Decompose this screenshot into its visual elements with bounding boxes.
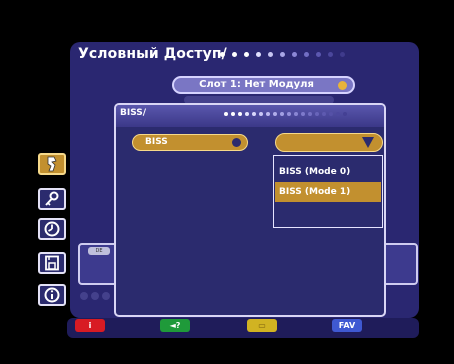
biss-option-label: BISS [145,137,168,147]
option-indicator-icon [232,138,241,147]
satellite-settings-icon[interactable] [38,153,66,175]
save-icon[interactable] [38,252,66,274]
slot-1-item[interactable]: Слот 1: Нет Модуля [172,76,355,94]
slot-indicator-icon [338,81,347,90]
chevron-down-icon [362,137,374,148]
biss-mode-dropdown-list: BISS (Mode 0) BISS (Mode 1) [273,155,383,228]
progress-dots [220,52,352,57]
ca-window-title: Условный Доступ/ [78,46,227,62]
dialog-title: BISS/ [120,108,147,118]
mode-option-0[interactable]: BISS (Mode 0) [275,162,381,182]
lower-progress-dots [80,292,113,300]
blue-fav-button[interactable]: FAV [332,319,362,332]
mode-option-1[interactable]: BISS (Mode 1) [275,182,381,202]
slot-label: Слот 1: Нет Модуля [199,79,314,90]
red-info-button[interactable]: i [75,319,105,332]
info-icon[interactable] [38,284,66,306]
info-chip: DE [88,247,110,255]
dialog-title-bar [116,105,384,127]
yellow-subtitle-button[interactable]: ▭ [247,319,277,332]
key-icon[interactable] [38,188,66,210]
color-button-bar [67,318,419,338]
dialog-progress-dots [224,112,350,116]
biss-mode-select[interactable] [275,133,383,152]
clock-icon[interactable] [38,218,66,240]
green-audio-button[interactable]: ◄? [160,319,190,332]
biss-option-button[interactable]: BISS [132,134,248,151]
